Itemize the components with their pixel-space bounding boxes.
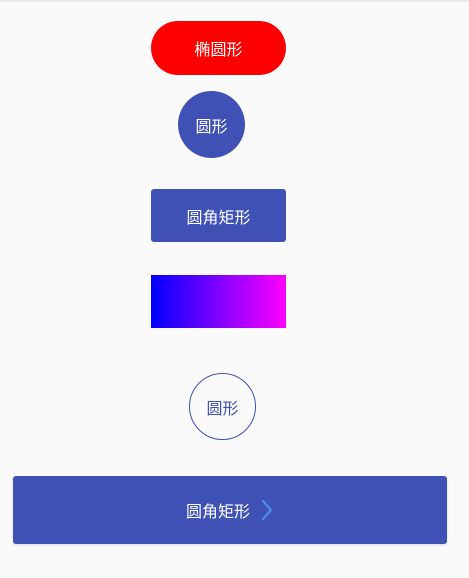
- ellipse-button-label: 椭圆形: [194, 40, 243, 59]
- gradient-rectangle[interactable]: [151, 275, 286, 328]
- rounded-rect-button-label: 圆角矩形: [186, 207, 251, 227]
- rounded-rect-button[interactable]: 圆角矩形: [151, 189, 286, 242]
- chevron-right-icon: [260, 498, 274, 522]
- outline-circle-button[interactable]: 圆形: [189, 373, 256, 440]
- circle-button-label: 圆形: [195, 116, 228, 136]
- wide-rounded-button[interactable]: 圆角矩形: [13, 476, 447, 544]
- top-shadow: [0, 0, 469, 3]
- ellipse-button[interactable]: 椭圆形: [151, 21, 286, 75]
- circle-button[interactable]: 圆形: [178, 91, 245, 158]
- wide-button-label: 圆角矩形: [185, 502, 250, 521]
- outline-circle-label: 圆形: [206, 398, 239, 418]
